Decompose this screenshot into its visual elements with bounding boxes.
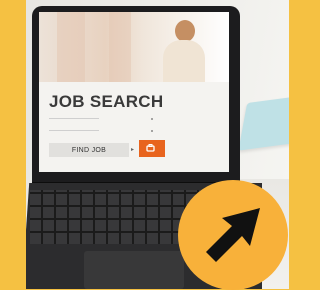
cursor-badge (178, 180, 288, 290)
chevron-icon: ▸ (131, 147, 135, 153)
curtain (109, 12, 131, 82)
person-head (175, 20, 195, 42)
sticky-notepad (238, 93, 289, 151)
dropdown-dot (151, 118, 153, 120)
trackpad (84, 251, 184, 289)
laptop-lid: JOB SEARCH FIND JOB ▸ (32, 6, 240, 184)
search-field[interactable] (49, 118, 99, 119)
person-body (163, 40, 205, 82)
hero-image (39, 12, 229, 82)
page-heading: JOB SEARCH (49, 92, 164, 111)
curtain (57, 12, 85, 82)
person-on-phone (161, 20, 205, 82)
dropdown-dot (151, 130, 153, 132)
location-field[interactable] (49, 130, 99, 131)
search-icon (146, 144, 155, 152)
find-job-button[interactable]: FIND JOB (49, 143, 129, 157)
cursor-arrow-icon (206, 208, 260, 262)
search-button[interactable] (139, 140, 165, 157)
laptop-screen: JOB SEARCH FIND JOB ▸ (39, 12, 229, 172)
